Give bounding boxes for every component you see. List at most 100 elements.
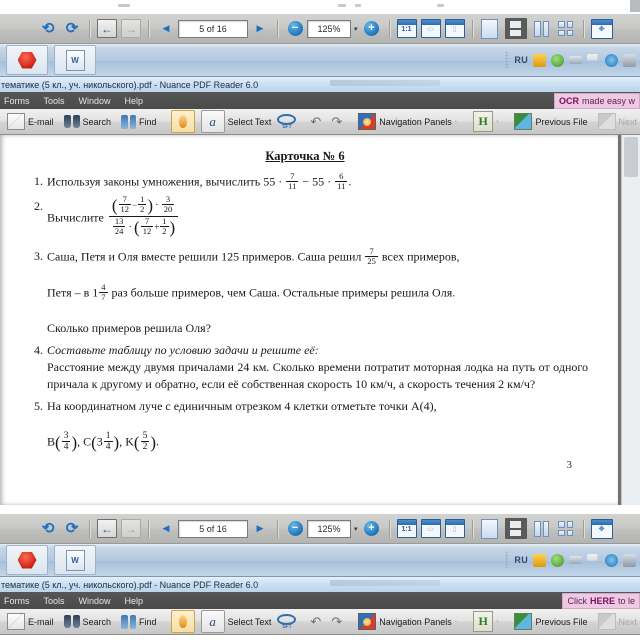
menu-forms[interactable]: Forms (4, 596, 30, 606)
full-screen-button[interactable]: ✥ (590, 518, 613, 539)
volume-icon[interactable] (623, 53, 636, 67)
fit-page-button[interactable]: ▯ (444, 19, 465, 39)
email-button[interactable]: E-mail (3, 611, 58, 632)
previous-file-button[interactable]: Previous File (510, 611, 591, 632)
vertical-scrollbar[interactable] (621, 135, 640, 505)
navigation-panels-button[interactable]: Navigation Panels · (354, 611, 461, 632)
flag-icon[interactable] (587, 53, 598, 67)
network-icon[interactable] (605, 553, 618, 567)
redo-button[interactable]: ↷ (327, 611, 346, 632)
menu-window[interactable]: Window (79, 596, 111, 606)
two-up-button[interactable] (532, 519, 552, 539)
window-titlebar-bottom[interactable]: тематике (5 кл., уч. никольского).pdf - … (0, 577, 640, 592)
previous-page-button[interactable]: ◀ (156, 19, 176, 39)
next-page-button[interactable]: ▶ (250, 19, 270, 39)
chevron-down-icon[interactable]: · (496, 118, 498, 125)
fit-width-button[interactable]: ▭ (420, 19, 441, 39)
battery-icon[interactable] (569, 556, 582, 564)
menu-tools[interactable]: Tools (44, 96, 65, 106)
full-screen-button[interactable]: ✥ (590, 18, 613, 39)
chevron-down-icon[interactable]: ▾ (354, 525, 358, 533)
undo-button[interactable]: ↶ (306, 611, 325, 632)
menu-help[interactable]: Help (125, 96, 144, 106)
rotate-counterclockwise-icon[interactable]: ⟲ (38, 519, 58, 539)
zoom-out-button[interactable]: − (285, 519, 305, 539)
volume-icon[interactable] (623, 553, 636, 567)
antivirus-icon[interactable] (551, 553, 564, 567)
fit-width-button[interactable]: ▭ (420, 519, 441, 539)
email-button[interactable]: E-mail (3, 111, 58, 132)
taskbar-app-hexagon[interactable] (6, 45, 48, 75)
back-button[interactable]: ← (97, 519, 117, 539)
page-number-field[interactable]: 5 of 16 (178, 19, 248, 38)
chevron-down-icon[interactable]: · (496, 618, 498, 625)
zoom-in-button[interactable]: + (362, 19, 382, 39)
zoom-out-button[interactable]: − (285, 19, 305, 39)
search-button[interactable]: Search (60, 611, 116, 632)
forward-button[interactable]: → (121, 519, 141, 539)
antivirus-icon[interactable] (551, 53, 564, 67)
previous-file-button[interactable]: Previous File (510, 111, 591, 132)
window-titlebar-top[interactable]: тематике (5 кл., уч. никольского).pdf - … (0, 77, 640, 92)
taskbar-app-word[interactable]: W (54, 545, 96, 575)
fit-page-button[interactable]: ▯ (444, 519, 465, 539)
flag-icon[interactable] (587, 553, 598, 567)
highlight-button[interactable]: H · (469, 111, 502, 132)
four-up-button[interactable] (556, 519, 576, 539)
language-indicator[interactable]: RU (514, 55, 528, 65)
search-button[interactable]: Search (60, 111, 116, 132)
forward-button[interactable]: → (121, 19, 141, 39)
continuous-page-button[interactable] (504, 518, 528, 539)
two-up-button[interactable] (532, 19, 552, 39)
scrollbar-thumb[interactable] (624, 137, 638, 177)
single-page-button[interactable] (480, 518, 500, 539)
actual-size-button[interactable]: 1:1 (396, 19, 417, 39)
triangle-right-icon: ▶ (256, 523, 264, 533)
chevron-down-icon[interactable]: · (455, 618, 457, 625)
find-button[interactable]: Find (117, 611, 161, 632)
hand-tool-button[interactable] (169, 610, 197, 633)
battery-icon[interactable] (569, 56, 582, 64)
security-shield-icon[interactable] (533, 553, 546, 567)
rotate-clockwise-icon[interactable]: ⟳ (62, 19, 82, 39)
zoom-in-button[interactable]: + (362, 519, 382, 539)
redo-button[interactable]: ↷ (327, 111, 346, 132)
tray-grip[interactable] (505, 551, 510, 569)
menu-tools[interactable]: Tools (44, 596, 65, 606)
taskbar-app-hexagon[interactable] (6, 545, 48, 575)
promo-banner-bottom[interactable]: Click HERE to le (562, 593, 640, 609)
page-number-field[interactable]: 5 of 16 (178, 519, 248, 538)
rotate-counterclockwise-icon[interactable]: ⟲ (38, 19, 58, 39)
back-button[interactable]: ← (97, 19, 117, 39)
find-button[interactable]: Find (117, 111, 161, 132)
highlight-button[interactable]: H · (469, 611, 502, 632)
zoom-level-field[interactable]: 125% (307, 519, 351, 538)
select-text-button[interactable]: a Select Text (199, 110, 274, 133)
security-shield-icon[interactable] (533, 53, 546, 67)
promo-banner-top[interactable]: OCR made easy w (553, 93, 640, 109)
undo-button[interactable]: ↶ (306, 111, 325, 132)
menu-help[interactable]: Help (125, 596, 144, 606)
network-icon[interactable] (605, 53, 618, 67)
hand-tool-button[interactable] (169, 110, 197, 133)
taskbar-app-word[interactable]: W (54, 45, 96, 75)
continuous-page-button[interactable] (504, 18, 528, 39)
sft-button[interactable]: SFT (275, 611, 298, 632)
tray-grip[interactable] (505, 51, 510, 69)
select-text-button[interactable]: a Select Text (199, 610, 274, 633)
navigation-panels-button[interactable]: Navigation Panels · (354, 111, 461, 132)
next-page-button[interactable]: ▶ (250, 519, 270, 539)
chevron-down-icon[interactable]: · (455, 118, 457, 125)
sft-button[interactable]: SFT (275, 111, 298, 132)
language-indicator[interactable]: RU (514, 555, 528, 565)
menu-forms[interactable]: Forms (4, 96, 30, 106)
single-page-button[interactable] (480, 18, 500, 39)
zoom-level-field[interactable]: 125% (307, 19, 351, 38)
rotate-clockwise-icon[interactable]: ⟳ (62, 519, 82, 539)
menu-window[interactable]: Window (79, 96, 111, 106)
actual-size-button[interactable]: 1:1 (396, 519, 417, 539)
previous-page-button[interactable]: ◀ (156, 519, 176, 539)
four-up-button[interactable] (556, 19, 576, 39)
document-viewport[interactable]: Карточка № 6 1. Используя законы умножен… (0, 135, 640, 505)
chevron-down-icon[interactable]: ▾ (354, 25, 358, 33)
